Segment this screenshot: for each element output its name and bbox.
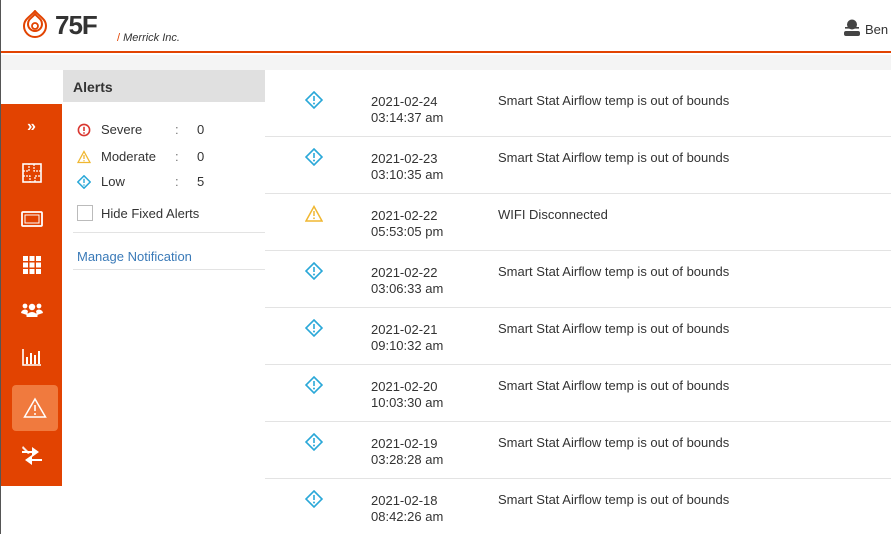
alert-date: 2021-02-18 xyxy=(371,493,438,508)
alert-time: 09:10:32 am xyxy=(371,338,444,353)
user-avatar-icon[interactable] xyxy=(842,18,862,38)
users-group-icon xyxy=(20,303,43,317)
alert-message: WIFI Disconnected xyxy=(498,207,608,222)
floorplan-icon xyxy=(21,163,42,183)
alert-message: Smart Stat Airflow temp is out of bounds xyxy=(498,321,730,336)
moderate-count: 0 xyxy=(197,149,205,164)
display-icon xyxy=(20,211,43,227)
low-diamond-icon xyxy=(305,433,323,451)
low-diamond-icon xyxy=(305,490,323,508)
nav-apps[interactable] xyxy=(1,242,62,288)
chevron-double-right-icon: » xyxy=(27,118,36,135)
alert-message: Smart Stat Airflow temp is out of bounds xyxy=(498,492,730,507)
alert-triangle-icon xyxy=(23,397,47,418)
brand-name: 75F xyxy=(55,10,98,40)
moderate-separator: : xyxy=(175,149,179,164)
alert-time: 08:42:26 am xyxy=(371,509,444,524)
panel-divider-bottom xyxy=(73,269,265,270)
alerts-summary-panel: Alerts Severe : 0 Moderate : 0 Low: 5 H… xyxy=(63,70,265,270)
alert-time: 10:03:30 am xyxy=(371,395,444,410)
moderate-triangle-icon xyxy=(77,150,91,164)
alert-row[interactable]: 2021-02-22 05:53:05 pm WIFI Disconnected xyxy=(265,194,891,251)
alert-message: Smart Stat Airflow temp is out of bounds xyxy=(498,150,730,165)
alert-date: 2021-02-23 xyxy=(371,151,438,166)
top-header: 75F / Merrick Inc. Ben xyxy=(1,0,891,53)
alert-time: 03:10:35 am xyxy=(371,167,444,182)
low-diamond-icon xyxy=(305,376,323,394)
hide-fixed-checkbox[interactable] xyxy=(77,205,93,221)
low-diamond-icon xyxy=(305,319,323,337)
expand-nav-button[interactable]: » xyxy=(1,104,62,150)
alert-date: 2021-02-24 xyxy=(371,94,438,109)
low-diamond-icon xyxy=(77,175,91,189)
transfer-arrows-icon xyxy=(21,446,42,465)
alert-message: Smart Stat Airflow temp is out of bounds xyxy=(498,378,730,393)
alert-message: Smart Stat Airflow temp is out of bounds xyxy=(498,435,730,450)
manage-notification-link[interactable]: Manage Notification xyxy=(77,249,192,264)
alert-message: Smart Stat Airflow temp is out of bounds xyxy=(498,93,730,108)
severe-circle-icon xyxy=(77,123,91,137)
alert-row[interactable]: 2021-02-20 10:03:30 am Smart Stat Airflo… xyxy=(265,365,891,422)
alert-time: 03:06:33 am xyxy=(371,281,444,296)
alert-date: 2021-02-19 xyxy=(371,436,438,451)
low-label: Low xyxy=(101,174,125,189)
moderate-triangle-icon xyxy=(305,205,323,222)
alert-date: 2021-02-22 xyxy=(371,208,438,223)
low-count: 5 xyxy=(197,174,205,189)
alert-row[interactable]: 2021-02-23 03:10:35 am Smart Stat Airflo… xyxy=(265,137,891,194)
alert-message: Smart Stat Airflow temp is out of bounds xyxy=(498,264,730,279)
low-separator: : xyxy=(175,174,179,189)
nav-users[interactable] xyxy=(1,288,62,334)
nav-analytics[interactable] xyxy=(1,334,62,380)
app-frame: 75F / Merrick Inc. Ben » Alerts Severe:… xyxy=(0,0,891,534)
panel-divider xyxy=(73,232,265,233)
nav-floorplan[interactable] xyxy=(1,150,62,196)
low-diamond-icon xyxy=(305,148,323,166)
alert-row[interactable]: 2021-02-22 03:06:33 am Smart Stat Airflo… xyxy=(265,251,891,308)
low-count-row: Low : 5 xyxy=(63,174,263,192)
low-diamond-icon xyxy=(305,262,323,280)
hide-fixed-label: Hide Fixed Alerts xyxy=(101,206,200,221)
severe-label: Severe xyxy=(101,122,143,137)
alert-row[interactable]: 2021-02-24 03:14:37 am Smart Stat Airflo… xyxy=(265,80,891,137)
sub-header-bar xyxy=(1,55,891,70)
alert-time: 03:28:28 am xyxy=(371,452,444,467)
severe-count: 0 xyxy=(197,122,205,137)
alert-time: 03:14:37 am xyxy=(371,110,444,125)
org-label: Merrick Inc. xyxy=(123,32,180,44)
alert-row[interactable]: 2021-02-21 09:10:32 am Smart Stat Airflo… xyxy=(265,308,891,365)
alert-date: 2021-02-21 xyxy=(371,322,438,337)
panel-title: Alerts xyxy=(63,70,265,102)
left-nav-rail: » xyxy=(1,104,62,486)
nav-alerts[interactable] xyxy=(12,385,58,431)
severe-count-row: Severe : 0 xyxy=(63,122,263,140)
severe-separator: : xyxy=(175,122,179,137)
alert-date: 2021-02-22 xyxy=(371,265,438,280)
75f-logo-icon[interactable] xyxy=(20,10,50,40)
alert-time: 05:53:05 pm xyxy=(371,224,444,239)
organization-name[interactable]: / Merrick Inc. xyxy=(117,32,180,44)
nav-transfer[interactable] xyxy=(1,432,62,478)
low-diamond-icon xyxy=(305,91,323,109)
moderate-count-row: Moderate : 0 xyxy=(63,149,263,167)
moderate-label: Moderate xyxy=(101,149,156,164)
alert-row[interactable]: 2021-02-18 08:42:26 am Smart Stat Airflo… xyxy=(265,479,891,534)
alert-row[interactable]: 2021-02-19 03:28:28 am Smart Stat Airflo… xyxy=(265,422,891,479)
user-name[interactable]: Ben xyxy=(865,22,888,37)
nav-display[interactable] xyxy=(1,196,62,242)
alert-date: 2021-02-20 xyxy=(371,379,438,394)
bar-chart-icon xyxy=(21,349,41,366)
grid-apps-icon xyxy=(22,256,41,274)
